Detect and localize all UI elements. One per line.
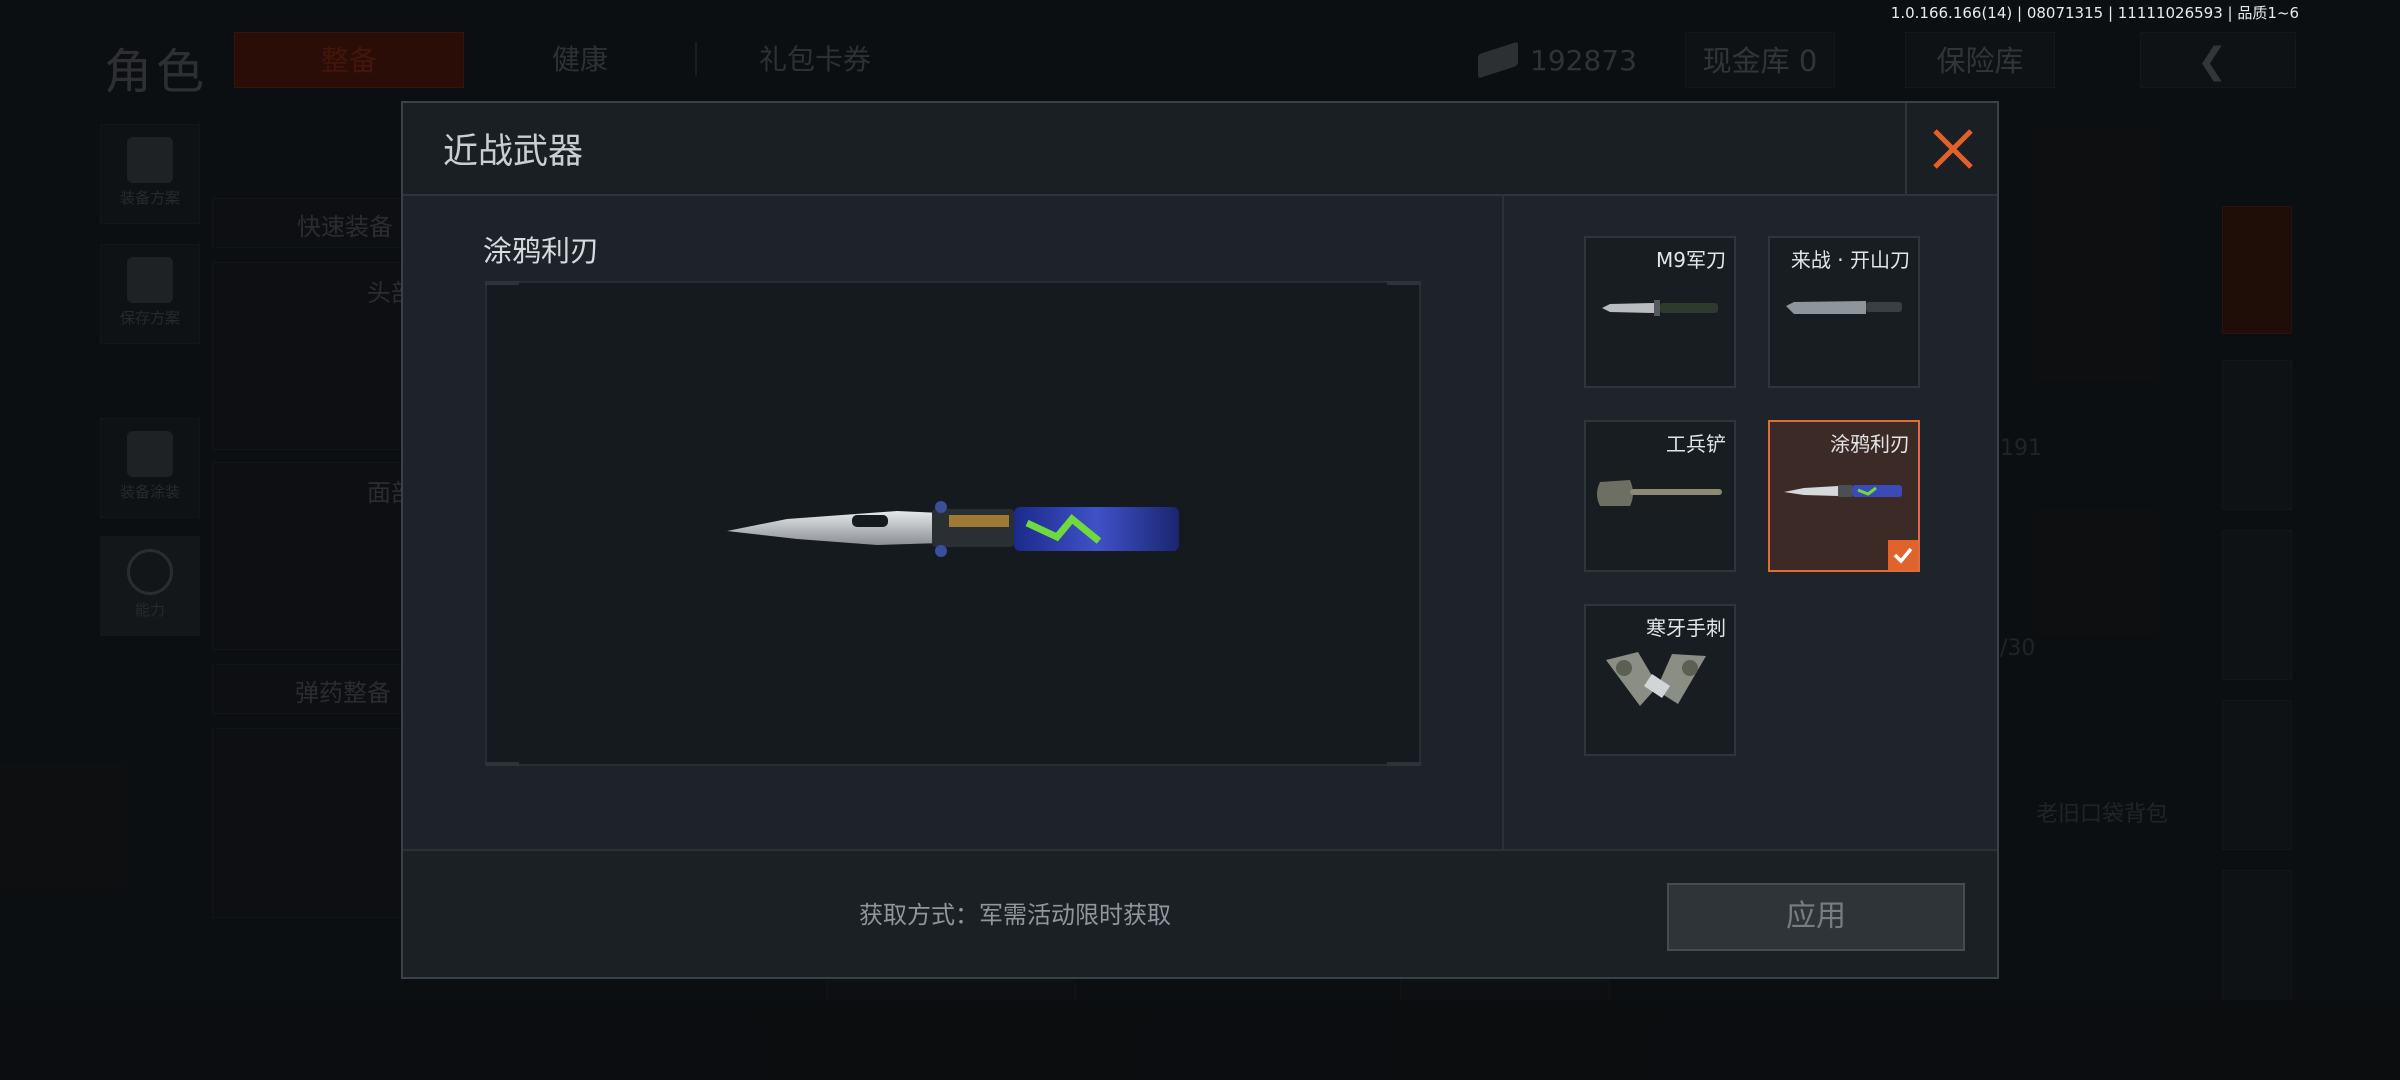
item-label: 来战 · 开山刀 <box>1790 248 1910 272</box>
item-label: M9军刀 <box>1656 248 1726 272</box>
machete-icon <box>1786 301 1902 314</box>
corner-mark <box>1387 762 1421 766</box>
checkmark-icon <box>1893 547 1913 564</box>
item-label: 寒牙手刺 <box>1646 616 1726 640</box>
item-slot-frost-fang[interactable]: 寒牙手刺 <box>1584 604 1736 756</box>
dialog-title: 近战武器 <box>443 132 584 172</box>
acquire-method: 获取方式：军需活动限时获取 <box>859 901 1171 929</box>
close-icon <box>1933 129 1973 169</box>
selected-item-name: 涂鸦利刃 <box>483 234 600 268</box>
item-slot-m9-bayonet[interactable]: M9军刀 <box>1584 236 1736 388</box>
butterfly-knife-icon <box>727 501 1179 557</box>
item-slot-machete[interactable]: 来战 · 开山刀 <box>1768 236 1920 388</box>
item-label: 工兵铲 <box>1666 432 1726 456</box>
bayonet-icon <box>1602 300 1718 316</box>
melee-weapon-dialog: 近战武器 涂鸦利刃 M9军刀 来战 · 开山刀 工兵铲 涂鸦利刃 寒牙手刺 获取… <box>401 101 1999 979</box>
item-slot-shovel[interactable]: 工兵铲 <box>1584 420 1736 572</box>
game-screen: 角色 整备 健康 礼包卡券 192873 现金库 0 保险库 ❮ 装备方案 保存… <box>0 0 2400 1080</box>
selected-check <box>1888 540 1918 570</box>
item-label: 涂鸦利刃 <box>1830 432 1910 456</box>
corner-mark <box>485 281 519 285</box>
corner-mark <box>485 762 519 766</box>
apply-button[interactable]: 应用 <box>1667 883 1965 951</box>
item-preview[interactable] <box>485 281 1421 766</box>
item-grid: M9军刀 来战 · 开山刀 工兵铲 涂鸦利刃 寒牙手刺 <box>1502 196 1997 849</box>
preview-pane: 涂鸦利刃 <box>403 196 1500 849</box>
dialog-header: 近战武器 <box>403 103 1997 196</box>
item-slot-graffiti-blade[interactable]: 涂鸦利刃 <box>1768 420 1920 572</box>
shovel-icon <box>1597 480 1722 506</box>
close-button[interactable] <box>1905 103 1997 196</box>
build-info: 1.0.166.166(14) | 08071315 | 11111026593… <box>1890 4 2299 22</box>
dual-daggers-icon <box>1606 652 1706 706</box>
corner-mark <box>1387 281 1421 285</box>
butterfly-knife-icon <box>1784 485 1902 497</box>
dialog-footer: 获取方式：军需活动限时获取 应用 <box>403 849 1997 977</box>
